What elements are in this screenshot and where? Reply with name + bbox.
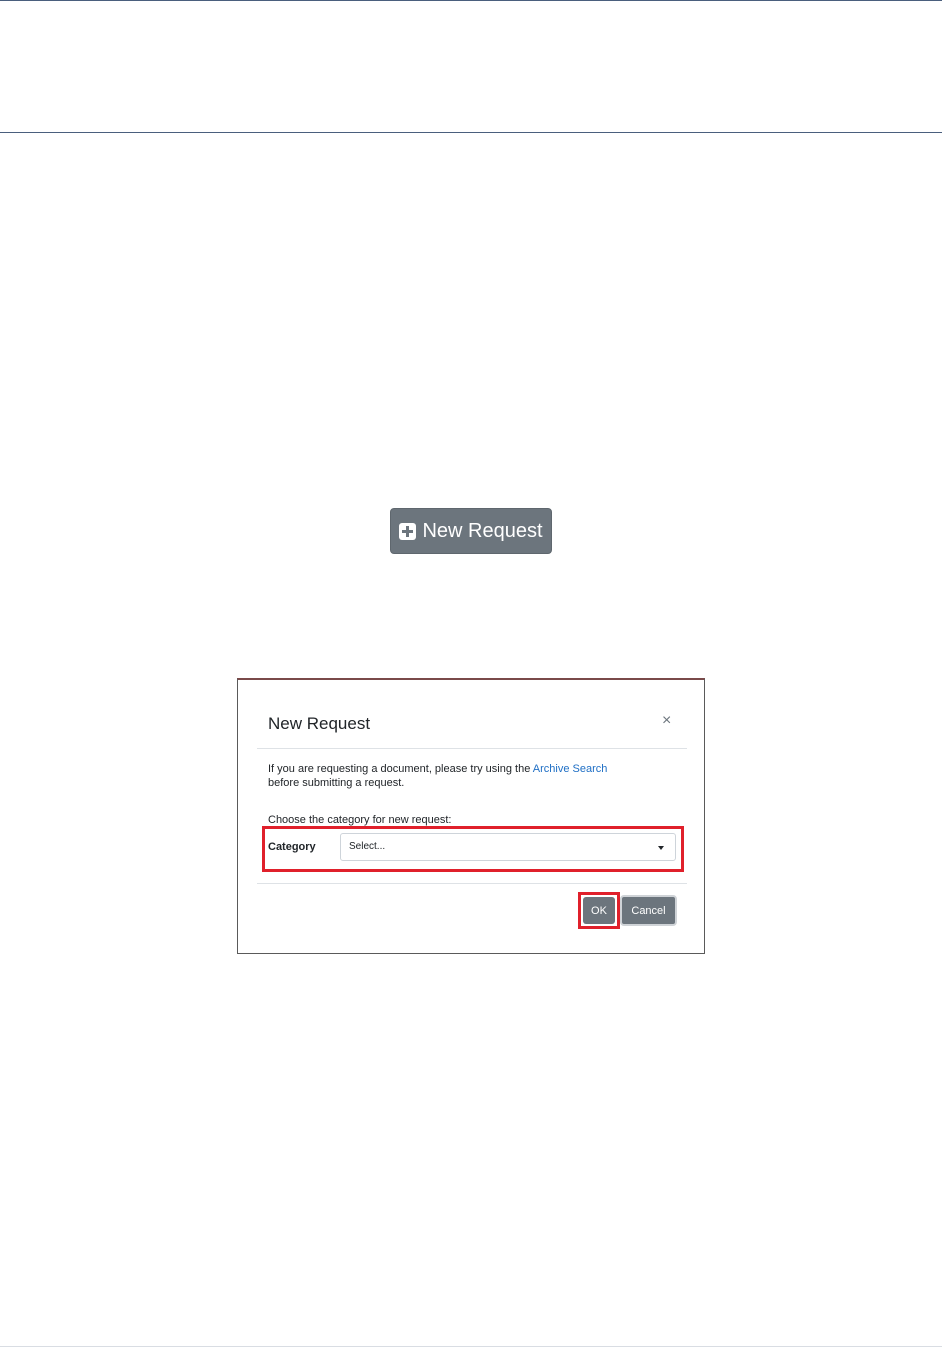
category-select-value: Select...: [349, 841, 386, 852]
new-request-button-label: New Request: [422, 519, 543, 542]
intro-text-before: If you are requesting a document, please…: [268, 763, 533, 775]
new-request-modal: New Request × If you are requesting a do…: [237, 678, 705, 954]
modal-footer-divider: [257, 883, 687, 884]
modal-header-divider: [257, 748, 687, 749]
intro-text-after: before submitting a request.: [268, 777, 405, 789]
caret-down-icon: [658, 846, 664, 850]
page-top-rule: [0, 0, 942, 1]
new-request-button[interactable]: New Request: [390, 508, 552, 554]
ok-button[interactable]: OK: [583, 897, 615, 924]
category-select[interactable]: Select...: [340, 833, 676, 861]
page-bottom-rule: [0, 1346, 942, 1347]
modal-title: New Request: [268, 714, 371, 733]
choose-category-text: Choose the category for new request:: [268, 814, 452, 826]
category-label: Category: [268, 841, 316, 853]
cancel-button[interactable]: Cancel: [620, 895, 677, 926]
header-bottom-rule: [0, 132, 942, 133]
close-icon[interactable]: ×: [662, 712, 671, 730]
modal-intro-text: If you are requesting a document, please…: [268, 762, 678, 790]
plus-square-icon: [399, 522, 417, 540]
archive-search-link[interactable]: Archive Search: [533, 763, 608, 775]
